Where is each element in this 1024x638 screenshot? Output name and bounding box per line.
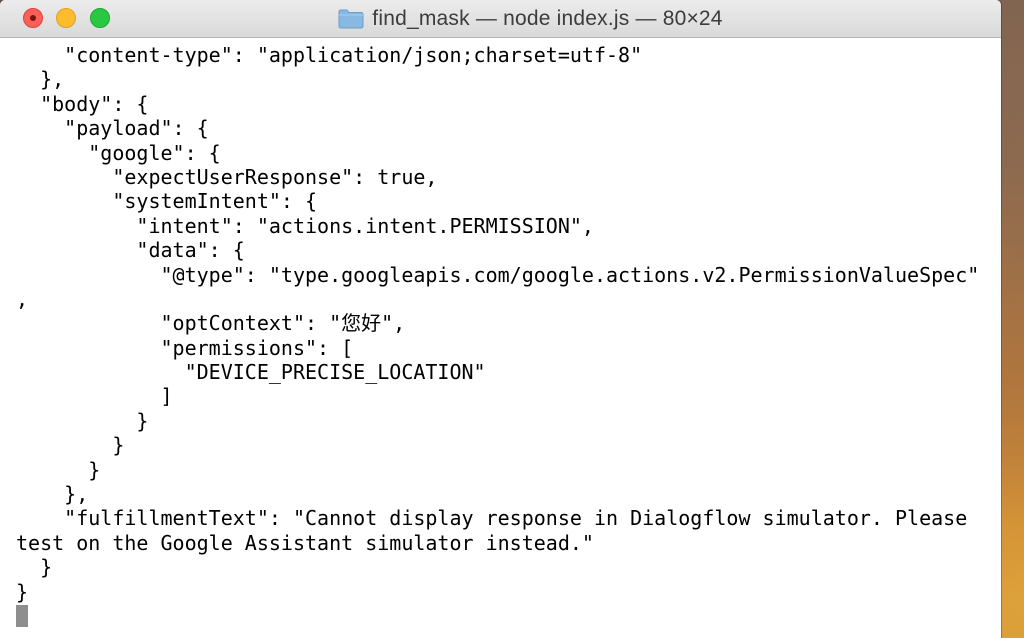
terminal-window: find_mask — node index.js — 80×24 "conte…: [0, 0, 1001, 638]
terminal-line: "expectUserResponse": true,: [16, 164, 438, 189]
terminal-line: "payload": {: [16, 116, 209, 141]
terminal-line: "google": {: [16, 140, 221, 165]
terminal-line: }: [16, 579, 29, 604]
terminal-line: }: [16, 433, 125, 458]
folder-icon: [338, 9, 364, 29]
terminal-line: },: [16, 482, 89, 507]
title-bar[interactable]: find_mask — node index.js — 80×24: [0, 0, 1001, 38]
terminal-line: }: [16, 408, 149, 433]
terminal-line: ,: [16, 286, 29, 311]
terminal-line: test on the Google Assistant simulator i…: [16, 530, 594, 555]
title-wrap: find_mask — node index.js — 80×24: [0, 0, 1001, 38]
prompt-line: [16, 604, 1001, 628]
window-title: find_mask — node index.js — 80×24: [372, 7, 723, 30]
terminal-cursor: [16, 604, 28, 627]
terminal-line: }: [16, 555, 53, 580]
close-button[interactable]: [23, 8, 43, 28]
terminal-line: "optContext": "您好",: [16, 311, 406, 336]
zoom-button[interactable]: [90, 8, 110, 28]
terminal-line: "@type": "type.googleapis.com/google.act…: [16, 262, 980, 287]
terminal-line: }: [16, 457, 101, 482]
terminal-line: "fulfillmentText": "Cannot display respo…: [16, 506, 968, 531]
close-icon: [30, 15, 36, 21]
terminal-line: "body": {: [16, 91, 149, 116]
terminal-line: },: [16, 67, 65, 92]
terminal-content[interactable]: "content-type": "application/json;charse…: [0, 38, 1001, 638]
terminal-line: ]: [16, 384, 173, 409]
terminal-line: "data": {: [16, 238, 245, 263]
terminal-line: "permissions": [: [16, 335, 354, 360]
terminal-line: "systemIntent": {: [16, 189, 318, 214]
terminal-line: "DEVICE_PRECISE_LOCATION": [16, 360, 486, 385]
terminal-line: "intent": "actions.intent.PERMISSION",: [16, 213, 594, 238]
minimize-button[interactable]: [56, 8, 76, 28]
terminal-line: "content-type": "application/json;charse…: [16, 43, 643, 67]
